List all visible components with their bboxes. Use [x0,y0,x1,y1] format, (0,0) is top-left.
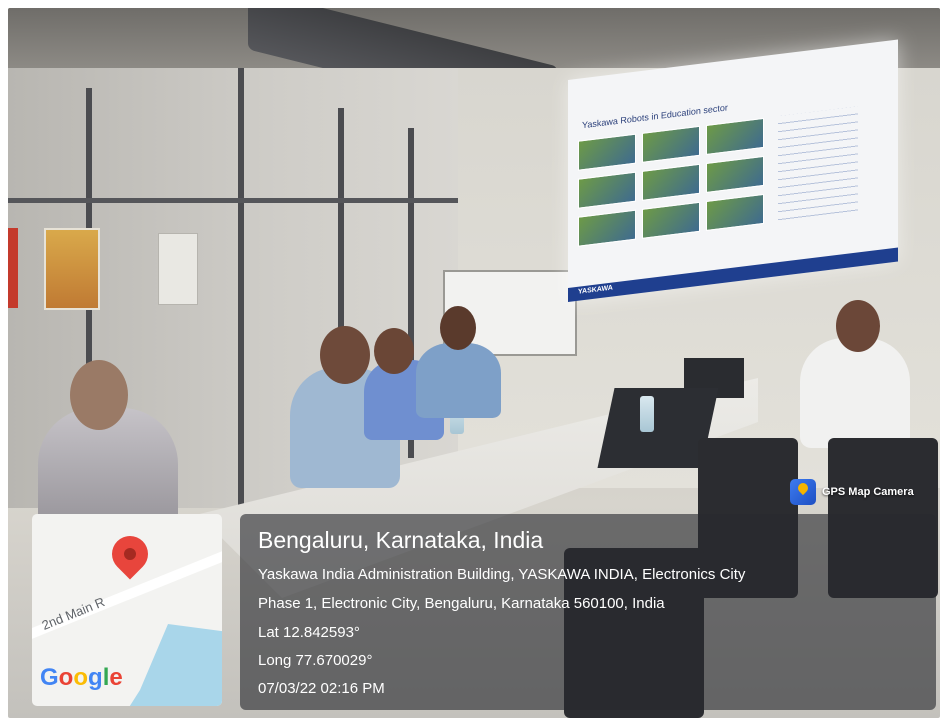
location-city: Bengaluru, Karnataka, India [258,527,544,553]
slide-photo [706,117,764,156]
projected-slide: Yaskawa Robots in Education sector YASKA… [568,39,898,303]
slide-brand: YASKAWA [578,284,613,296]
map-water-area [112,624,222,706]
window-frame-horizontal [8,198,458,203]
slide-photo [578,171,636,209]
slide-photo [642,201,700,239]
attendee-body [416,343,501,418]
slide-bullet-list [778,106,858,227]
attendee-head [320,326,370,384]
slide-photo [578,133,636,171]
presenter-head [836,300,880,352]
date-time: 07/03/22 02:16 PM [258,680,385,697]
address-line-2: Phase 1, Electronic City, Bengaluru, Kar… [258,595,665,612]
gps-badge-label: GPS Map Camera [822,486,914,498]
map-street-label: 2nd Main R [39,594,107,633]
google-logo: Google [40,664,123,691]
map-pin-icon [104,528,156,580]
window-frame [238,68,244,538]
latitude: Lat 12.842593° [258,624,360,641]
slide-photo [578,209,636,247]
presenter-body [800,338,910,448]
slide-photo [706,193,764,232]
attendee-head [70,360,128,430]
wall-calendar [158,233,198,305]
wall-poster [44,228,100,310]
slide-photo [642,125,700,163]
gps-map-camera-icon [790,479,816,505]
water-bottle [640,396,654,432]
attendee-head [374,328,414,374]
location-map-thumbnail: 2nd Main R Google [32,514,222,706]
gps-map-camera-badge: GPS Map Camera [790,478,914,506]
slide-photo [706,155,764,194]
attendee-head [440,306,476,350]
wall-poster-red [8,228,18,308]
slide-photo [642,163,700,201]
address-line-1: Yaskawa India Administration Building, Y… [258,566,746,583]
longitude: Long 77.670029° [258,652,373,669]
slide-photo-grid [578,117,768,250]
